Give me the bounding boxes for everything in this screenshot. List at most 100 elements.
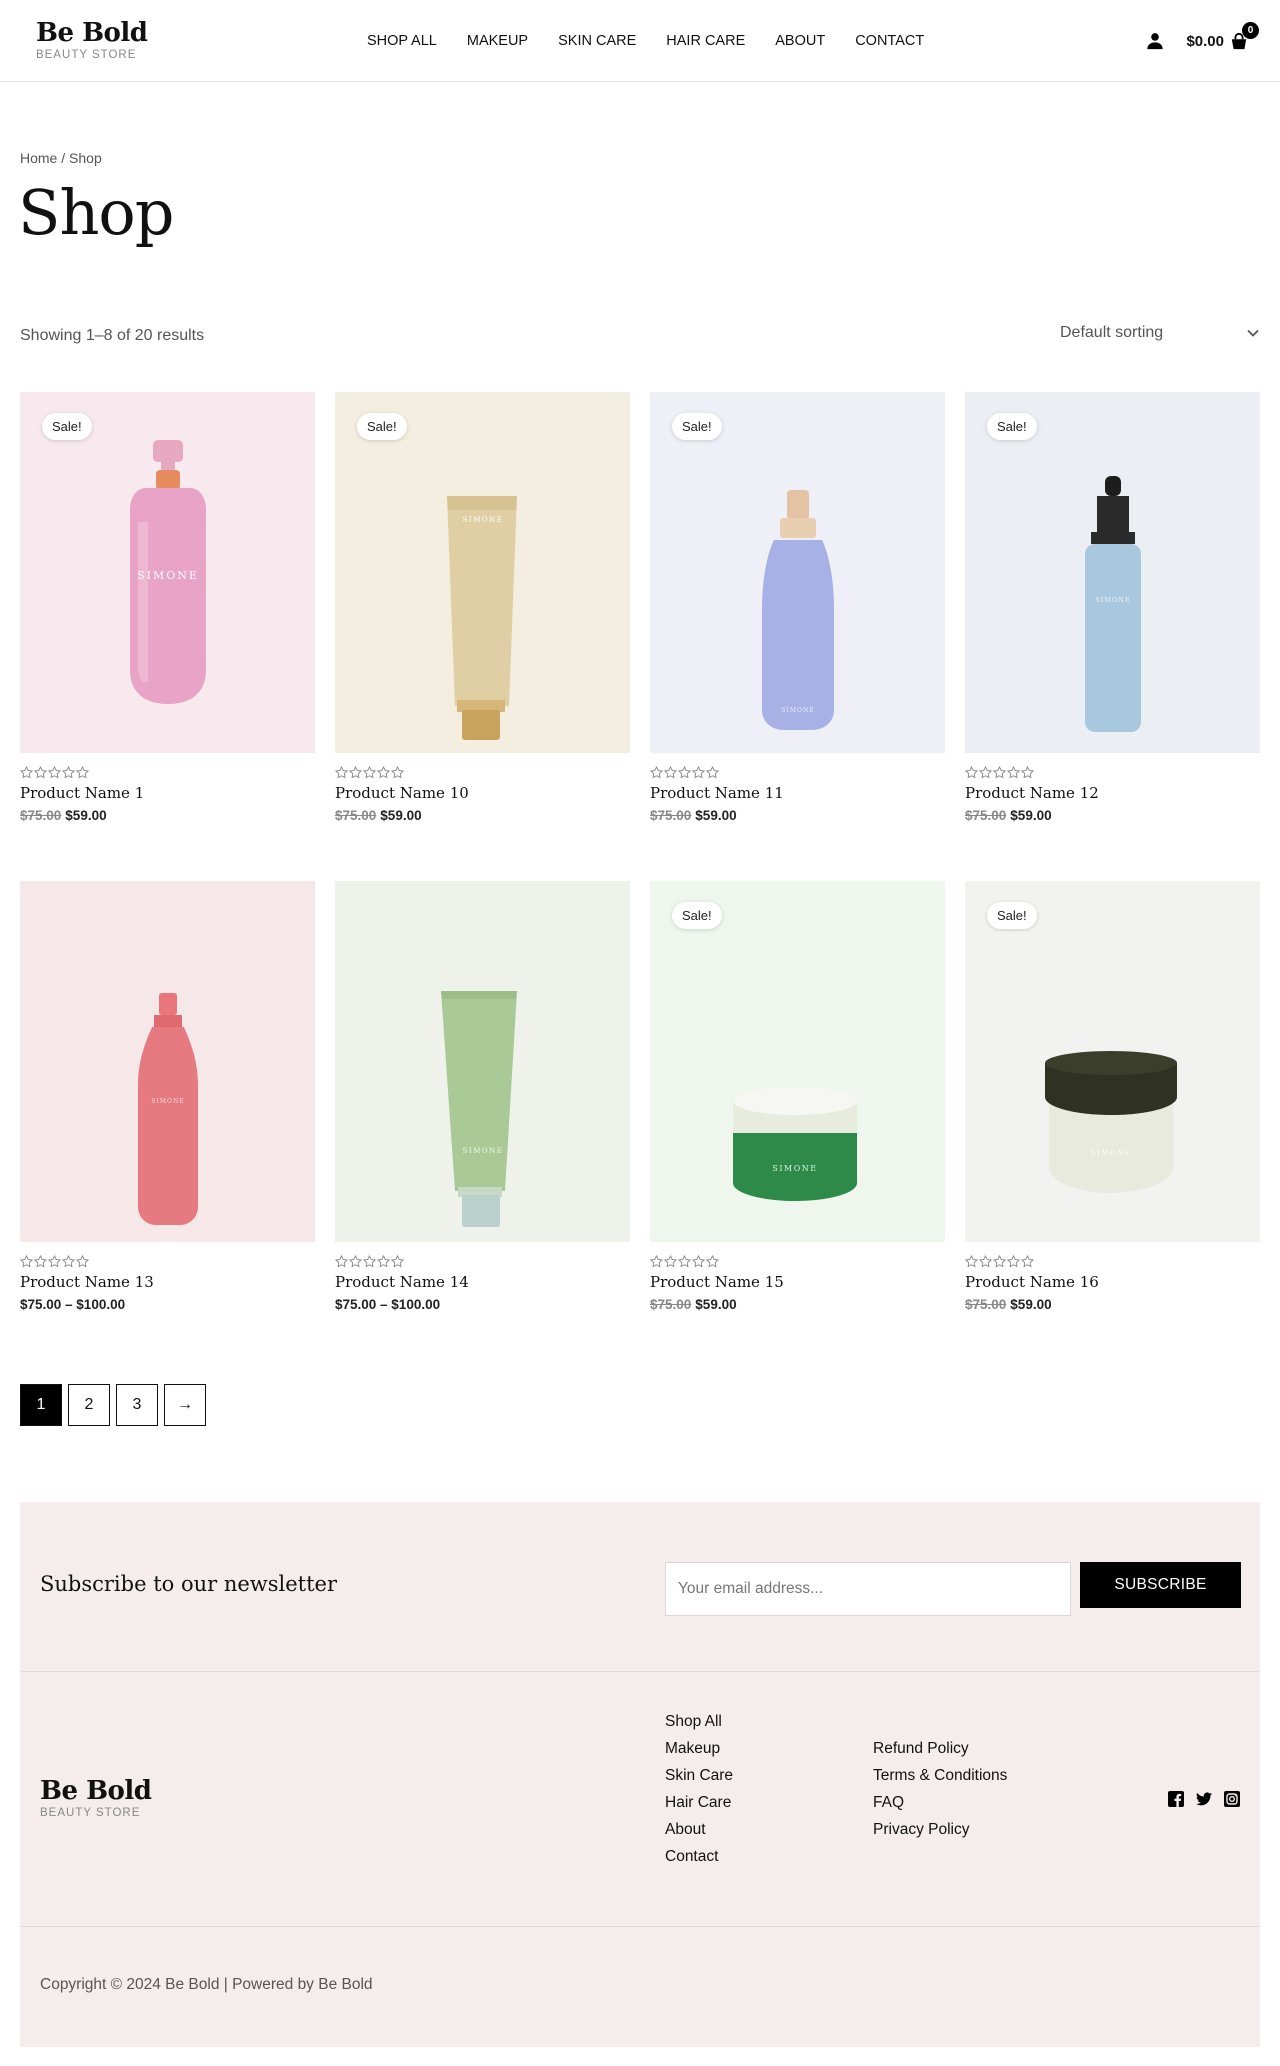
product-image[interactable]: SIMONE Sale! xyxy=(335,392,630,753)
product-image[interactable]: SIMONE xyxy=(20,881,315,1242)
subscribe-button[interactable]: SUBSCRIBE xyxy=(1080,1562,1241,1608)
footer-link-shop-all[interactable]: Shop All xyxy=(665,1712,733,1731)
star-empty-icon xyxy=(992,1253,1007,1268)
product-image[interactable]: SIMONE Sale! xyxy=(965,881,1260,1242)
product-price: $75.00 – $100.00 xyxy=(335,1297,630,1312)
page-2[interactable]: 2 xyxy=(68,1384,110,1426)
site-logo[interactable]: Be Bold BEAUTY STORE xyxy=(36,17,148,62)
regular-price: $75.00 xyxy=(650,1297,692,1312)
product-name[interactable]: Product Name 14 xyxy=(335,1273,630,1291)
nav-skin-care[interactable]: SKIN CARE xyxy=(558,33,636,49)
footer-main: Be Bold BEAUTY STORE Shop All Makeup Ski… xyxy=(20,1672,1260,1927)
product-card[interactable]: SIMONE Sale! Product Name 1 $75.00 $59.00 xyxy=(19,392,315,881)
footer-link-refund-policy[interactable]: Refund Policy xyxy=(873,1739,1007,1758)
facebook-link[interactable] xyxy=(1168,1791,1184,1807)
footer-logo[interactable]: Be Bold BEAUTY STORE xyxy=(40,1776,152,1820)
main-nav: SHOP ALL MAKEUP SKIN CARE HAIR CARE ABOU… xyxy=(367,0,924,82)
footer-link-about[interactable]: About xyxy=(665,1820,733,1839)
nav-contact[interactable]: CONTACT xyxy=(855,33,924,49)
star-empty-icon xyxy=(19,764,34,779)
star-empty-icon xyxy=(348,1253,363,1268)
footer-link-skin-care[interactable]: Skin Care xyxy=(665,1766,733,1785)
breadcrumb: Home / Shop xyxy=(20,150,102,166)
page-3[interactable]: 3 xyxy=(116,1384,158,1426)
product-image[interactable]: SIMONE Sale! xyxy=(650,881,945,1242)
nav-makeup[interactable]: MAKEUP xyxy=(467,33,528,49)
nav-hair-care[interactable]: HAIR CARE xyxy=(666,33,745,49)
rating-stars xyxy=(964,764,1260,779)
product-name[interactable]: Product Name 12 xyxy=(965,784,1260,802)
sale-price: $59.00 xyxy=(1010,808,1052,823)
breadcrumb-home[interactable]: Home xyxy=(20,150,57,166)
regular-price: $75.00 xyxy=(965,1297,1007,1312)
product-image[interactable]: SIMONE Sale! xyxy=(20,392,315,753)
footer-link-faq[interactable]: FAQ xyxy=(873,1793,1007,1812)
product-name[interactable]: Product Name 10 xyxy=(335,784,630,802)
product-image[interactable]: SIMONE Sale! xyxy=(650,392,945,753)
instagram-link[interactable] xyxy=(1224,1791,1240,1807)
product-card[interactable]: SIMONE Sale! Product Name 12 $75.00 $59.0… xyxy=(964,392,1260,881)
copyright: Copyright © 2024 Be Bold | Powered by Be… xyxy=(40,1976,373,1993)
product-image[interactable]: SIMONE Sale! xyxy=(965,392,1260,753)
product-card[interactable]: SIMONE Sale! Product Name 15 $75.00 $59.0… xyxy=(649,881,945,1370)
social-links xyxy=(1168,1791,1240,1807)
product-card[interactable]: SIMONE Product Name 13 $75.00 – $100.00 xyxy=(19,881,315,1370)
rating-stars xyxy=(964,1253,1260,1268)
footer-link-hair-care[interactable]: Hair Care xyxy=(665,1793,733,1812)
page-1[interactable]: 1 xyxy=(20,1384,62,1426)
product-card[interactable]: SIMONE Sale! Product Name 16 $75.00 $59.0… xyxy=(964,881,1260,1370)
product-name[interactable]: Product Name 16 xyxy=(965,1273,1260,1291)
star-empty-icon xyxy=(964,764,979,779)
twitter-link[interactable] xyxy=(1196,1791,1212,1807)
star-empty-icon xyxy=(691,764,706,779)
cart-count-badge: 0 xyxy=(1242,22,1259,39)
star-empty-icon xyxy=(390,1253,405,1268)
product-name[interactable]: Product Name 15 xyxy=(650,1273,945,1291)
instagram-icon xyxy=(1224,1791,1240,1807)
newsletter-section: Subscribe to our newsletter Your email a… xyxy=(20,1502,1260,1672)
svg-text:SIMONE: SIMONE xyxy=(151,1098,184,1105)
cart-bag-icon: 0 xyxy=(1230,22,1259,50)
nav-about[interactable]: ABOUT xyxy=(775,33,825,49)
site-header: Be Bold BEAUTY STORE SHOP ALL MAKEUP SKI… xyxy=(0,0,1280,82)
product-card[interactable]: SIMONE Sale! Product Name 11 $75.00 $59.0… xyxy=(649,392,945,881)
star-empty-icon xyxy=(33,764,48,779)
footer-link-terms[interactable]: Terms & Conditions xyxy=(873,1766,1007,1785)
star-empty-icon xyxy=(348,764,363,779)
product-card[interactable]: SIMONE Sale! Product Name 10 $75.00 $59.0… xyxy=(334,392,630,881)
footer-nav-shop: Shop All Makeup Skin Care Hair Care Abou… xyxy=(665,1712,733,1866)
cart-link[interactable]: $0.00 0 xyxy=(1186,22,1259,50)
product-name[interactable]: Product Name 13 xyxy=(20,1273,315,1291)
star-empty-icon xyxy=(47,764,62,779)
regular-price: $75.00 xyxy=(650,808,692,823)
svg-text:SIMONE: SIMONE xyxy=(1091,1149,1132,1157)
svg-text:SIMONE: SIMONE xyxy=(772,1164,817,1173)
footer-link-contact[interactable]: Contact xyxy=(665,1847,733,1866)
product-name[interactable]: Product Name 11 xyxy=(650,784,945,802)
regular-price: $75.00 xyxy=(335,808,377,823)
footer-logo-name: Be Bold xyxy=(40,1776,152,1806)
product-image[interactable]: SIMONE xyxy=(335,881,630,1242)
newsletter-email-input[interactable]: Your email address... xyxy=(665,1562,1071,1616)
nav-shop-all[interactable]: SHOP ALL xyxy=(367,33,437,49)
logo-name: Be Bold xyxy=(36,17,148,48)
svg-text:SIMONE: SIMONE xyxy=(781,707,814,714)
star-empty-icon xyxy=(691,1253,706,1268)
star-empty-icon xyxy=(75,1253,90,1268)
sort-select[interactable]: Default sorting xyxy=(1060,318,1260,348)
svg-text:SIMONE: SIMONE xyxy=(137,569,199,582)
next-page-arrow[interactable]: → xyxy=(164,1384,206,1426)
rating-stars xyxy=(334,764,630,779)
sale-price: $59.00 xyxy=(695,808,737,823)
sort-selected-value: Default sorting xyxy=(1060,324,1164,341)
footer-link-privacy-policy[interactable]: Privacy Policy xyxy=(873,1820,1007,1839)
footer-link-makeup[interactable]: Makeup xyxy=(665,1739,733,1758)
product-card[interactable]: SIMONE Product Name 14 $75.00 – $100.00 xyxy=(334,881,630,1370)
user-icon xyxy=(1147,33,1164,50)
account-link[interactable] xyxy=(1146,32,1164,50)
sale-badge: Sale! xyxy=(987,902,1037,929)
facebook-icon xyxy=(1168,1791,1184,1807)
star-empty-icon xyxy=(649,1253,664,1268)
product-name[interactable]: Product Name 1 xyxy=(20,784,315,802)
sale-badge: Sale! xyxy=(987,413,1037,440)
